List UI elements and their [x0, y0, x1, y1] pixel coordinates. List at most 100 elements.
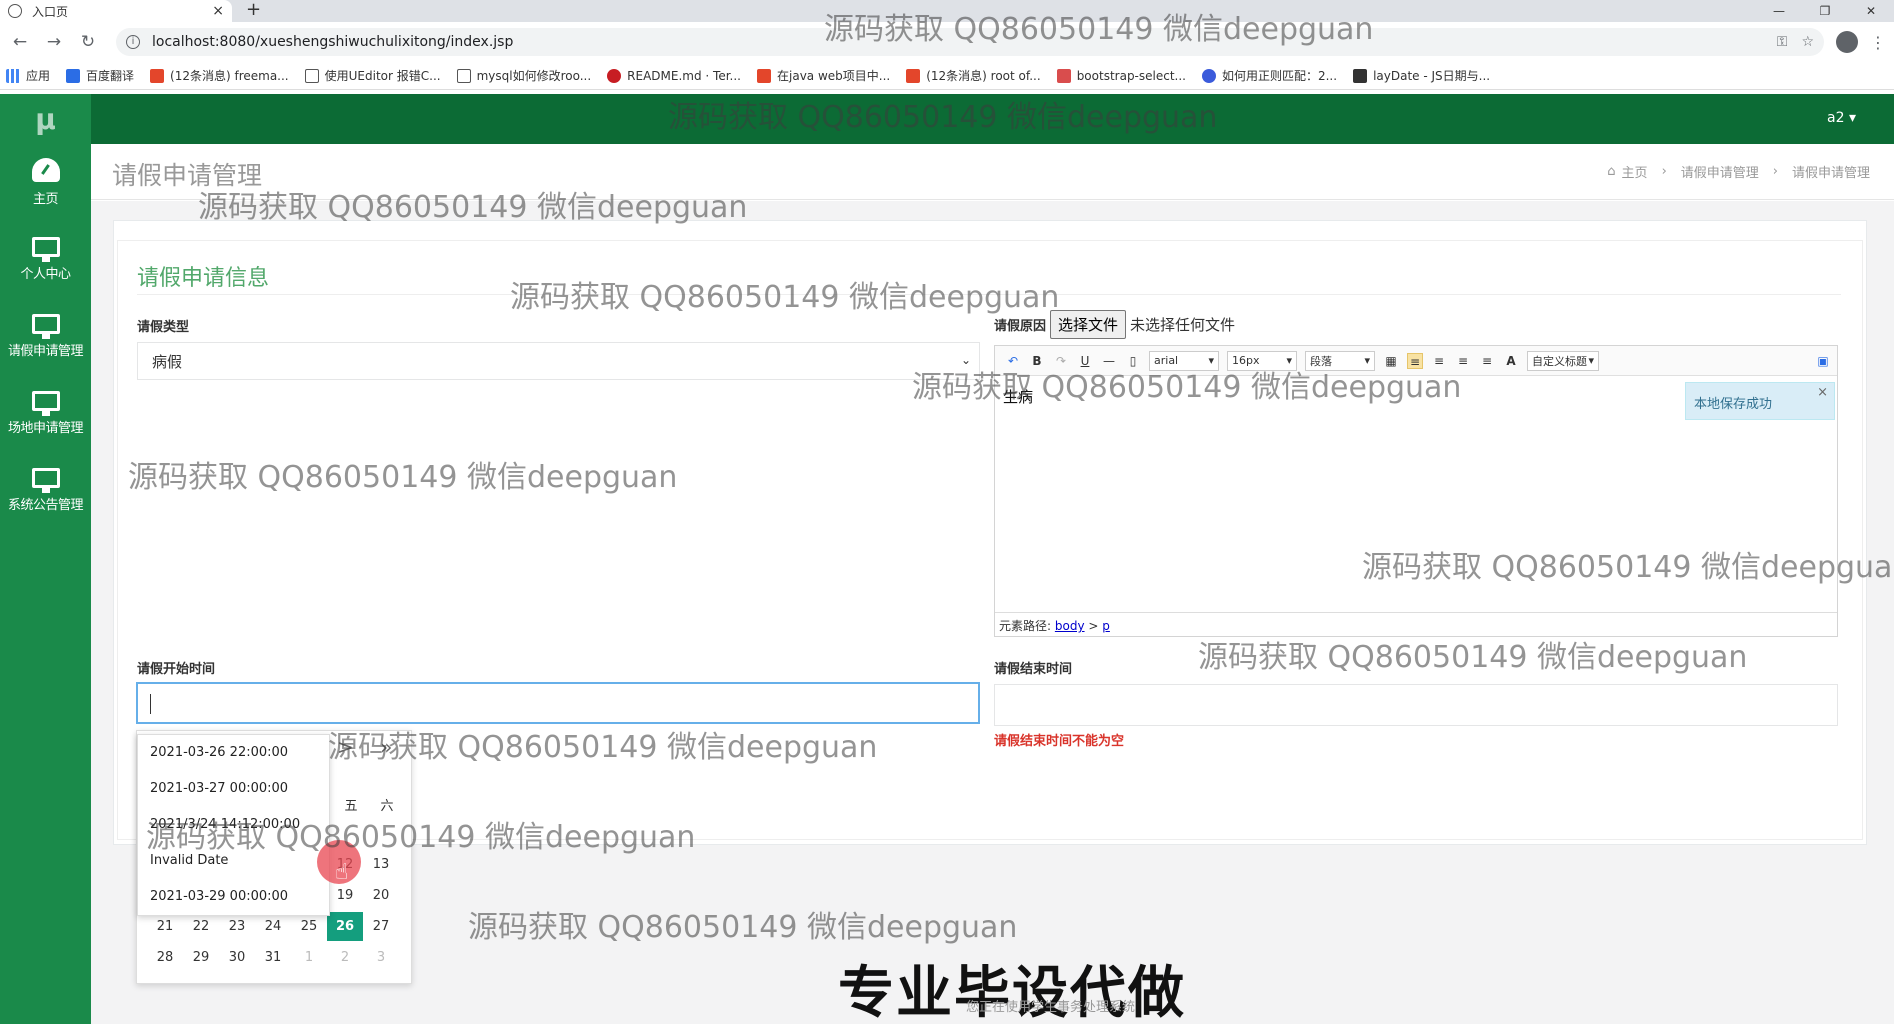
page-icon[interactable]: ▯: [1125, 353, 1141, 369]
calendar-day[interactable]: 27: [363, 919, 399, 934]
calendar-day-today[interactable]: 26: [327, 912, 363, 941]
bookmark-apps[interactable]: 应用: [6, 67, 50, 84]
calendar-day[interactable]: 20: [363, 888, 399, 903]
calendar-day[interactable]: 22: [183, 919, 219, 934]
calendar-day[interactable]: 2: [327, 950, 363, 965]
end-time-label: 请假结束时间: [994, 662, 1073, 677]
bookmark-item[interactable]: (12条消息) root of...: [906, 67, 1041, 84]
chevron-down-icon: ⌄: [960, 353, 971, 367]
end-time-input[interactable]: [994, 684, 1838, 726]
align-center-icon[interactable]: ≡: [1431, 353, 1447, 369]
reload-icon[interactable]: ↻: [76, 32, 100, 52]
app-sidebar: μ 主页 个人中心 请假申请管理 场地申请管理 系统公告管理: [0, 94, 91, 1024]
align-left-icon[interactable]: ≡: [1407, 352, 1423, 369]
calendar-day[interactable]: 3: [363, 950, 399, 965]
gitee-icon: [607, 68, 622, 83]
path-body-link[interactable]: body: [1055, 619, 1085, 633]
fullscreen-icon[interactable]: ▣: [1815, 353, 1831, 369]
star-icon[interactable]: ☆: [1801, 34, 1814, 50]
calendar-day[interactable]: 21: [147, 919, 183, 934]
suggestion-item[interactable]: Invalid Date: [138, 843, 329, 879]
calendar-day[interactable]: 31: [255, 950, 291, 965]
redo-icon[interactable]: ↷: [1053, 353, 1069, 369]
leave-type-label: 请假类型: [137, 320, 190, 335]
calendar-day[interactable]: 28: [147, 950, 183, 965]
choose-file-button[interactable]: 选择文件: [1050, 310, 1127, 339]
suggestion-item[interactable]: 2021-03-27 00:00:00: [138, 771, 329, 807]
font-size-select[interactable]: 16px ▾: [1227, 350, 1297, 371]
calendar-day[interactable]: 25: [291, 919, 327, 934]
sidebar-item-venue-management[interactable]: 场地申请管理: [0, 375, 91, 452]
horizontal-rule-icon[interactable]: —: [1101, 353, 1117, 369]
breadcrumb-home[interactable]: 主页: [1622, 162, 1648, 181]
font-family-select[interactable]: arial ▾: [1149, 350, 1219, 371]
bookmark-item[interactable]: 如何用正则匹配：2...: [1201, 67, 1337, 84]
apps-grid-icon: [6, 68, 20, 83]
calendar-day[interactable]: 23: [219, 919, 255, 934]
sidebar-item-notice-management[interactable]: 系统公告管理: [0, 452, 91, 529]
monitor-icon: [31, 314, 60, 339]
close-icon[interactable]: ×: [212, 3, 224, 19]
dashboard-icon: [31, 158, 60, 182]
next-month-icon[interactable]: > »: [337, 735, 402, 759]
suggestion-item[interactable]: 2021-03-29 00:00:00: [138, 879, 329, 915]
custom-title-select[interactable]: 自定义标题 ▾: [1527, 350, 1599, 371]
align-justify-icon[interactable]: ≡: [1479, 353, 1495, 369]
weekday-header: 五 六: [344, 799, 394, 814]
path-p-link[interactable]: p: [1102, 619, 1110, 633]
bookmark-item[interactable]: 百度翻译: [66, 67, 134, 84]
bookmark-item[interactable]: (12条消息) freema...: [150, 67, 289, 84]
bookmark-item[interactable]: mysql如何修改roo...: [456, 67, 591, 84]
close-icon[interactable]: ×: [1817, 385, 1828, 400]
translate-icon: [66, 68, 81, 83]
chevron-down-icon: ▾: [1364, 354, 1370, 367]
browser-tab[interactable]: 入口页 ×: [0, 0, 232, 22]
profile-avatar-icon[interactable]: [1836, 31, 1858, 53]
calendar-day[interactable]: 19: [327, 888, 363, 903]
align-right-icon[interactable]: ≡: [1455, 353, 1471, 369]
table-icon[interactable]: ▦: [1383, 353, 1399, 369]
forward-icon[interactable]: →: [42, 32, 66, 52]
bookmark-item[interactable]: layDate - JS日期与...: [1353, 67, 1490, 84]
sidebar-item-home[interactable]: 主页: [0, 144, 91, 221]
minimize-icon[interactable]: —: [1756, 0, 1802, 22]
bookmark-item[interactable]: 使用UEditor 报错C...: [304, 67, 441, 84]
underline-icon[interactable]: U: [1077, 353, 1093, 369]
window-close-icon[interactable]: ✕: [1848, 0, 1894, 22]
calendar-day[interactable]: 24: [255, 919, 291, 934]
rich-text-editor[interactable]: ↶ B ↷ U — ▯ arial ▾ 16px ▾ 段落 ▾ ▦ ≡ ≡ ≡ ≡ A…: [994, 345, 1838, 637]
sidebar-item-profile[interactable]: 个人中心: [0, 221, 91, 298]
calendar-day[interactable]: 29: [183, 950, 219, 965]
paragraph-select[interactable]: 段落 ▾: [1305, 350, 1375, 371]
start-time-input[interactable]: [136, 682, 980, 724]
breadcrumb-leave[interactable]: 请假申请管理: [1681, 162, 1759, 181]
bookmark-item[interactable]: 在java web项目中...: [757, 67, 890, 84]
autosave-toast: 本地保存成功 ×: [1685, 382, 1835, 420]
calendar-day[interactable]: 1: [291, 950, 327, 965]
restore-icon[interactable]: ❐: [1802, 0, 1848, 22]
chevron-right-icon: ›: [1772, 164, 1778, 179]
monitor-icon: [31, 468, 60, 493]
info-icon[interactable]: i: [126, 35, 140, 49]
back-icon[interactable]: ←: [8, 32, 32, 52]
bookmark-item[interactable]: bootstrap-select...: [1056, 68, 1186, 83]
font-color-icon[interactable]: A: [1503, 353, 1519, 369]
key-icon[interactable]: ⚿: [1777, 34, 1788, 50]
page-title: 请假申请管理: [112, 161, 263, 190]
bookmark-item[interactable]: README.md · Ter...: [607, 68, 741, 83]
editor-toolbar: ↶ B ↷ U — ▯ arial ▾ 16px ▾ 段落 ▾ ▦ ≡ ≡ ≡ ≡ A…: [995, 346, 1837, 376]
suggestion-item[interactable]: 2021/3/24 14:12:00:00: [138, 807, 329, 843]
calendar-day[interactable]: 30: [219, 950, 255, 965]
sidebar-item-leave-management[interactable]: 请假申请管理: [0, 298, 91, 375]
menu-kebab-icon[interactable]: ⋮: [1870, 33, 1886, 52]
suggestion-item[interactable]: 2021-03-26 22:00:00: [138, 735, 329, 771]
address-bar[interactable]: i localhost:8080/xueshengshiwuchulixiton…: [116, 28, 1824, 56]
user-menu[interactable]: a2 ▾: [1827, 110, 1856, 126]
new-tab-button[interactable]: +: [246, 0, 261, 20]
calendar-day[interactable]: 13: [363, 857, 399, 872]
leave-type-select[interactable]: 病假 ⌄: [137, 342, 980, 380]
reason-label: 请假原因: [994, 319, 1047, 334]
undo-icon[interactable]: ↶: [1005, 353, 1021, 369]
toast-text: 本地保存成功: [1694, 397, 1773, 412]
bold-icon[interactable]: B: [1029, 353, 1045, 369]
